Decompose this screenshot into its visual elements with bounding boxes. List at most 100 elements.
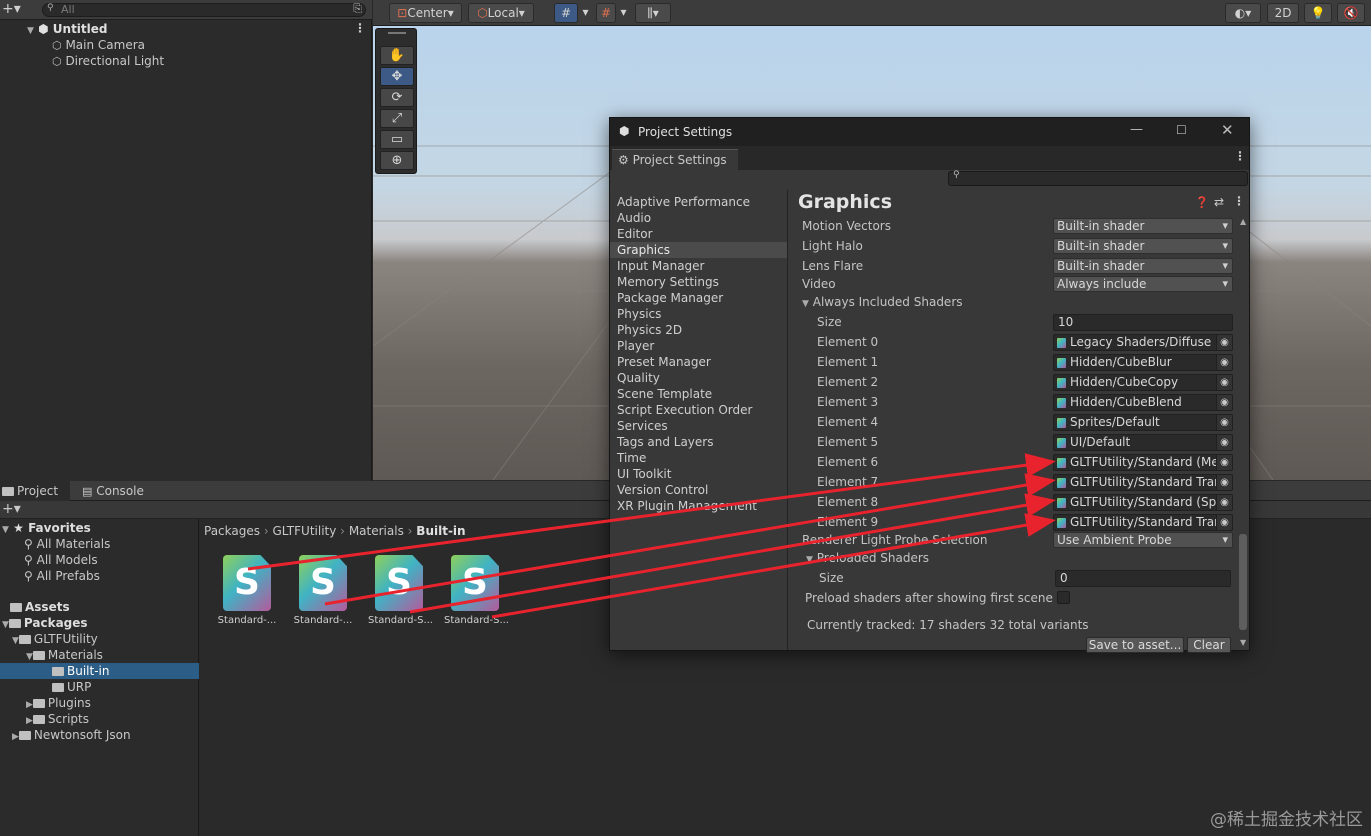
nav-physics-2d[interactable]: Physics 2D	[617, 322, 682, 338]
minimize-icon[interactable]: —	[1130, 122, 1143, 137]
element-4-field[interactable]: Sprites/Default ◉	[1053, 414, 1233, 431]
element-8-field[interactable]: GLTFUtility/Standard (Spe ◉	[1053, 494, 1233, 511]
nav-preset-manager[interactable]: Preset Manager	[617, 354, 711, 370]
object-picker-icon[interactable]: ◉	[1216, 395, 1232, 410]
folder-urp[interactable]: URP	[52, 679, 91, 695]
hand-tool-icon[interactable]: ✋	[380, 46, 414, 65]
element-2-field[interactable]: Hidden/CubeCopy ◉	[1053, 374, 1233, 391]
element-0-field[interactable]: Legacy Shaders/Diffuse ◉	[1053, 334, 1233, 351]
chevron-down-icon[interactable]: ▾	[579, 3, 592, 23]
video-dropdown[interactable]: Always include	[1053, 276, 1233, 292]
packages-folder[interactable]: ▼ Packages	[2, 615, 88, 631]
nav-scene-template[interactable]: Scene Template	[617, 386, 712, 402]
grid-snap-toggle-icon[interactable]: #	[554, 3, 578, 23]
drag-handle[interactable]	[388, 32, 406, 34]
close-icon[interactable]: ✕	[1221, 121, 1234, 139]
folder-newtonsoft-json[interactable]: ▶ Newtonsoft Json	[12, 727, 131, 743]
pivot-center-button[interactable]: ⊡Center▾	[389, 3, 462, 23]
increment-snap-icon[interactable]: #	[596, 3, 616, 23]
object-picker-icon[interactable]: ◉	[1216, 335, 1232, 350]
hierarchy-item-main-camera[interactable]: ⬡ Main Camera	[52, 37, 145, 53]
breadcrumb-built-in[interactable]: Built-in	[416, 524, 465, 538]
folder-plugins[interactable]: ▶ Plugins	[26, 695, 91, 711]
add-icon[interactable]: +▾	[2, 501, 21, 517]
search-options-icon[interactable]: ⎘	[353, 2, 362, 16]
pivot-local-button[interactable]: ⬡Local▾	[468, 3, 534, 23]
nav-package-manager[interactable]: Package Manager	[617, 290, 723, 306]
element-1-field[interactable]: Hidden/CubeBlur ◉	[1053, 354, 1233, 371]
2d-toggle-button[interactable]: 2D	[1267, 3, 1299, 23]
folder-built-in[interactable]: Built-in	[52, 663, 109, 679]
settings-scrollbar-thumb[interactable]	[1239, 534, 1247, 630]
maximize-icon[interactable]: ☐	[1176, 123, 1187, 137]
favorite-all-models[interactable]: ⚲ All Models	[24, 552, 98, 568]
renderer-light-probe-dropdown[interactable]: Use Ambient Probe	[1053, 532, 1233, 548]
object-picker-icon[interactable]: ◉	[1216, 355, 1232, 370]
nav-time[interactable]: Time	[617, 450, 646, 466]
favorite-all-prefabs[interactable]: ⚲ All Prefabs	[24, 568, 100, 584]
folder-gltfutility[interactable]: ▼ GLTFUtility	[12, 631, 98, 647]
preloaded-shaders-foldout[interactable]: ▼ Preloaded Shaders	[806, 549, 929, 567]
hierarchy-item-directional-light[interactable]: ⬡ Directional Light	[52, 53, 164, 69]
nav-xr-plugin-management[interactable]: XR Plugin Management	[617, 498, 757, 514]
scene-root[interactable]: ▼ ⬢ Untitled	[27, 21, 108, 37]
rect-tool-icon[interactable]: ▭	[380, 130, 414, 149]
element-9-field[interactable]: GLTFUtility/Standard Tran ◉	[1053, 514, 1233, 531]
breadcrumb-packages[interactable]: Packages	[204, 524, 260, 538]
tab-project-settings[interactable]: ⚙ Project Settings	[612, 149, 738, 170]
nav-tags-and-layers[interactable]: Tags and Layers	[617, 434, 713, 450]
element-7-field[interactable]: GLTFUtility/Standard Tran ◉	[1053, 474, 1233, 491]
nav-adaptive-performance[interactable]: Adaptive Performance	[617, 194, 750, 210]
rotate-tool-icon[interactable]: ⟳	[380, 88, 414, 107]
motion-vectors-dropdown[interactable]: Built-in shader	[1053, 218, 1233, 234]
size-field[interactable]: 10	[1053, 314, 1233, 331]
folder-scripts[interactable]: ▶ Scripts	[26, 711, 89, 727]
always-included-foldout[interactable]: ▼ Always Included Shaders	[802, 293, 963, 311]
nav-physics[interactable]: Physics	[617, 306, 661, 322]
nav-graphics[interactable]: Graphics	[617, 242, 670, 258]
folder-materials[interactable]: ▼ Materials	[26, 647, 103, 663]
nav-player[interactable]: Player	[617, 338, 654, 354]
shader-asset-4[interactable]: S Standard-S...	[444, 555, 509, 626]
lens-flare-dropdown[interactable]: Built-in shader	[1053, 258, 1233, 274]
tab-console[interactable]: ▤ Console	[78, 481, 158, 501]
nav-services[interactable]: Services	[617, 418, 668, 434]
window-title-bar[interactable]: ⬢ Project Settings — ☐ ✕	[610, 118, 1249, 146]
nav-input-manager[interactable]: Input Manager	[617, 258, 705, 274]
shader-asset-3[interactable]: S Standard-S...	[368, 555, 433, 626]
element-3-field[interactable]: Hidden/CubeBlend ◉	[1053, 394, 1233, 411]
breadcrumb-gltfutility[interactable]: GLTFUtility	[272, 524, 336, 538]
lighting-toggle-icon[interactable]: 💡	[1304, 3, 1332, 23]
object-picker-icon[interactable]: ◉	[1216, 455, 1232, 470]
shader-asset-1[interactable]: S Standard-...	[216, 555, 278, 626]
hierarchy-search-input[interactable]: ⚲ All ⎘	[42, 2, 366, 17]
object-picker-icon[interactable]: ◉	[1216, 475, 1232, 490]
help-icon[interactable]: ❓	[1195, 196, 1209, 209]
object-picker-icon[interactable]: ◉	[1216, 375, 1232, 390]
scene-menu-icon[interactable]: ⋮	[354, 21, 366, 35]
expand-arrow-icon[interactable]: ▼	[27, 26, 34, 36]
clear-button[interactable]: Clear	[1187, 637, 1231, 653]
light-halo-dropdown[interactable]: Built-in shader	[1053, 238, 1233, 254]
window-menu-icon[interactable]: ⋮	[1234, 149, 1246, 163]
move-tool-icon[interactable]: ✥	[380, 67, 414, 86]
nav-ui-toolkit[interactable]: UI Toolkit	[617, 466, 671, 482]
preset-icon[interactable]: ⇄	[1214, 195, 1224, 209]
settings-search-input[interactable]: ⚲	[948, 170, 1248, 186]
tab-project[interactable]: Project	[0, 481, 70, 501]
element-6-field[interactable]: GLTFUtility/Standard (Me ◉	[1053, 454, 1233, 471]
object-picker-icon[interactable]: ◉	[1216, 435, 1232, 450]
nav-memory-settings[interactable]: Memory Settings	[617, 274, 719, 290]
breadcrumb-materials[interactable]: Materials	[349, 524, 404, 538]
element-5-field[interactable]: UI/Default ◉	[1053, 434, 1233, 451]
favorites-header[interactable]: ▼ ★ Favorites	[2, 520, 91, 536]
panel-menu-icon[interactable]: ⋮	[1233, 194, 1245, 208]
scale-tool-icon[interactable]: ⤢	[380, 109, 414, 128]
audio-toggle-icon[interactable]: 🔇	[1337, 3, 1365, 23]
favorite-all-materials[interactable]: ⚲ All Materials	[24, 536, 110, 552]
object-picker-icon[interactable]: ◉	[1216, 495, 1232, 510]
transform-tool-icon[interactable]: ⊕	[380, 151, 414, 170]
shader-asset-2[interactable]: S Standard-...	[292, 555, 354, 626]
nav-version-control[interactable]: Version Control	[617, 482, 708, 498]
preloaded-size-field[interactable]: 0	[1055, 570, 1231, 587]
